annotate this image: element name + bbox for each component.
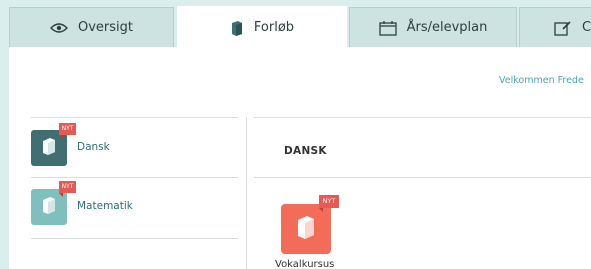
tab-aars-elevplan[interactable]: Års/elevplan	[349, 7, 517, 47]
calendar-icon	[378, 20, 397, 36]
tab-label: Års/elevplan	[406, 20, 488, 35]
new-badge: NYT	[319, 195, 339, 212]
tab-oversigt[interactable]: Oversigt	[9, 7, 174, 47]
edit-note-icon	[554, 20, 572, 36]
welcome-text: Velkommen Frede	[499, 75, 584, 86]
tab-forlob[interactable]: Forløb	[177, 6, 347, 48]
divider	[254, 177, 591, 178]
course-label[interactable]: Vokalkursus	[275, 259, 334, 269]
section-title: DANSK	[284, 145, 327, 157]
new-badge: NYT	[59, 123, 76, 139]
sidebar-item-label: Matematik	[77, 200, 133, 212]
new-badge: NYT	[59, 181, 76, 197]
tab-more[interactable]: C	[519, 7, 591, 47]
sidebar-item-dansk[interactable]: NYT Dansk	[31, 117, 238, 177]
tab-label: Forløb	[253, 20, 295, 35]
sidebar-item-matematik[interactable]: NYT Matematik	[31, 177, 238, 237]
book-icon	[230, 20, 244, 36]
divider	[254, 117, 591, 118]
book-icon	[41, 196, 57, 218]
vertical-divider	[246, 117, 247, 269]
divider	[31, 238, 238, 239]
eye-icon	[49, 22, 68, 34]
tab-label: Oversigt	[77, 20, 133, 35]
tab-bar: Oversigt Forløb Års/elevplan C	[0, 0, 591, 48]
tab-label: C	[582, 20, 591, 35]
sidebar-item-label: Dansk	[77, 141, 110, 153]
book-icon	[41, 137, 57, 159]
content-panel: Velkommen Frede NYT Dansk NYT Matematik …	[9, 47, 591, 269]
book-icon	[295, 215, 317, 243]
course-tile-vokalkursus[interactable]	[281, 204, 331, 254]
